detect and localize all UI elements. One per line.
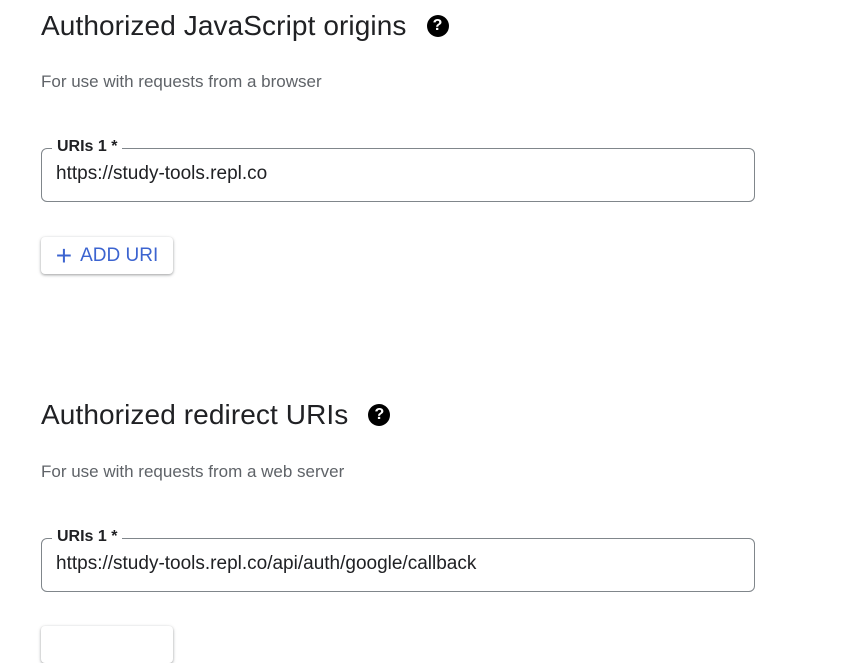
plus-icon: + — [55, 239, 73, 271]
field-value[interactable]: https://study-tools.repl.co/api/auth/goo… — [56, 553, 476, 575]
help-icon[interactable]: ? — [368, 404, 391, 426]
field-label: URIs 1 * — [52, 528, 123, 546]
js-origins-heading: Authorized JavaScript origins ? — [41, 10, 449, 42]
redirect-uris-title: Authorized redirect URIs — [41, 399, 349, 430]
js-origins-subtitle: For use with requests from a browser — [41, 72, 322, 91]
redirect-uris-subtitle: For use with requests from a web server — [41, 462, 345, 481]
add-uri-button[interactable]: + ADD URI — [41, 237, 173, 274]
js-origin-uri-field[interactable]: URIs 1 * https://study-tools.repl.co — [41, 138, 755, 202]
add-uri-label: ADD URI — [80, 244, 159, 266]
redirect-uris-heading: Authorized redirect URIs ? — [41, 399, 391, 431]
field-value[interactable]: https://study-tools.repl.co — [56, 163, 267, 185]
redirect-uri-field[interactable]: URIs 1 * https://study-tools.repl.co/api… — [41, 528, 755, 592]
help-icon[interactable]: ? — [426, 15, 449, 37]
field-label: URIs 1 * — [52, 138, 123, 156]
js-origins-title: Authorized JavaScript origins — [41, 10, 407, 41]
